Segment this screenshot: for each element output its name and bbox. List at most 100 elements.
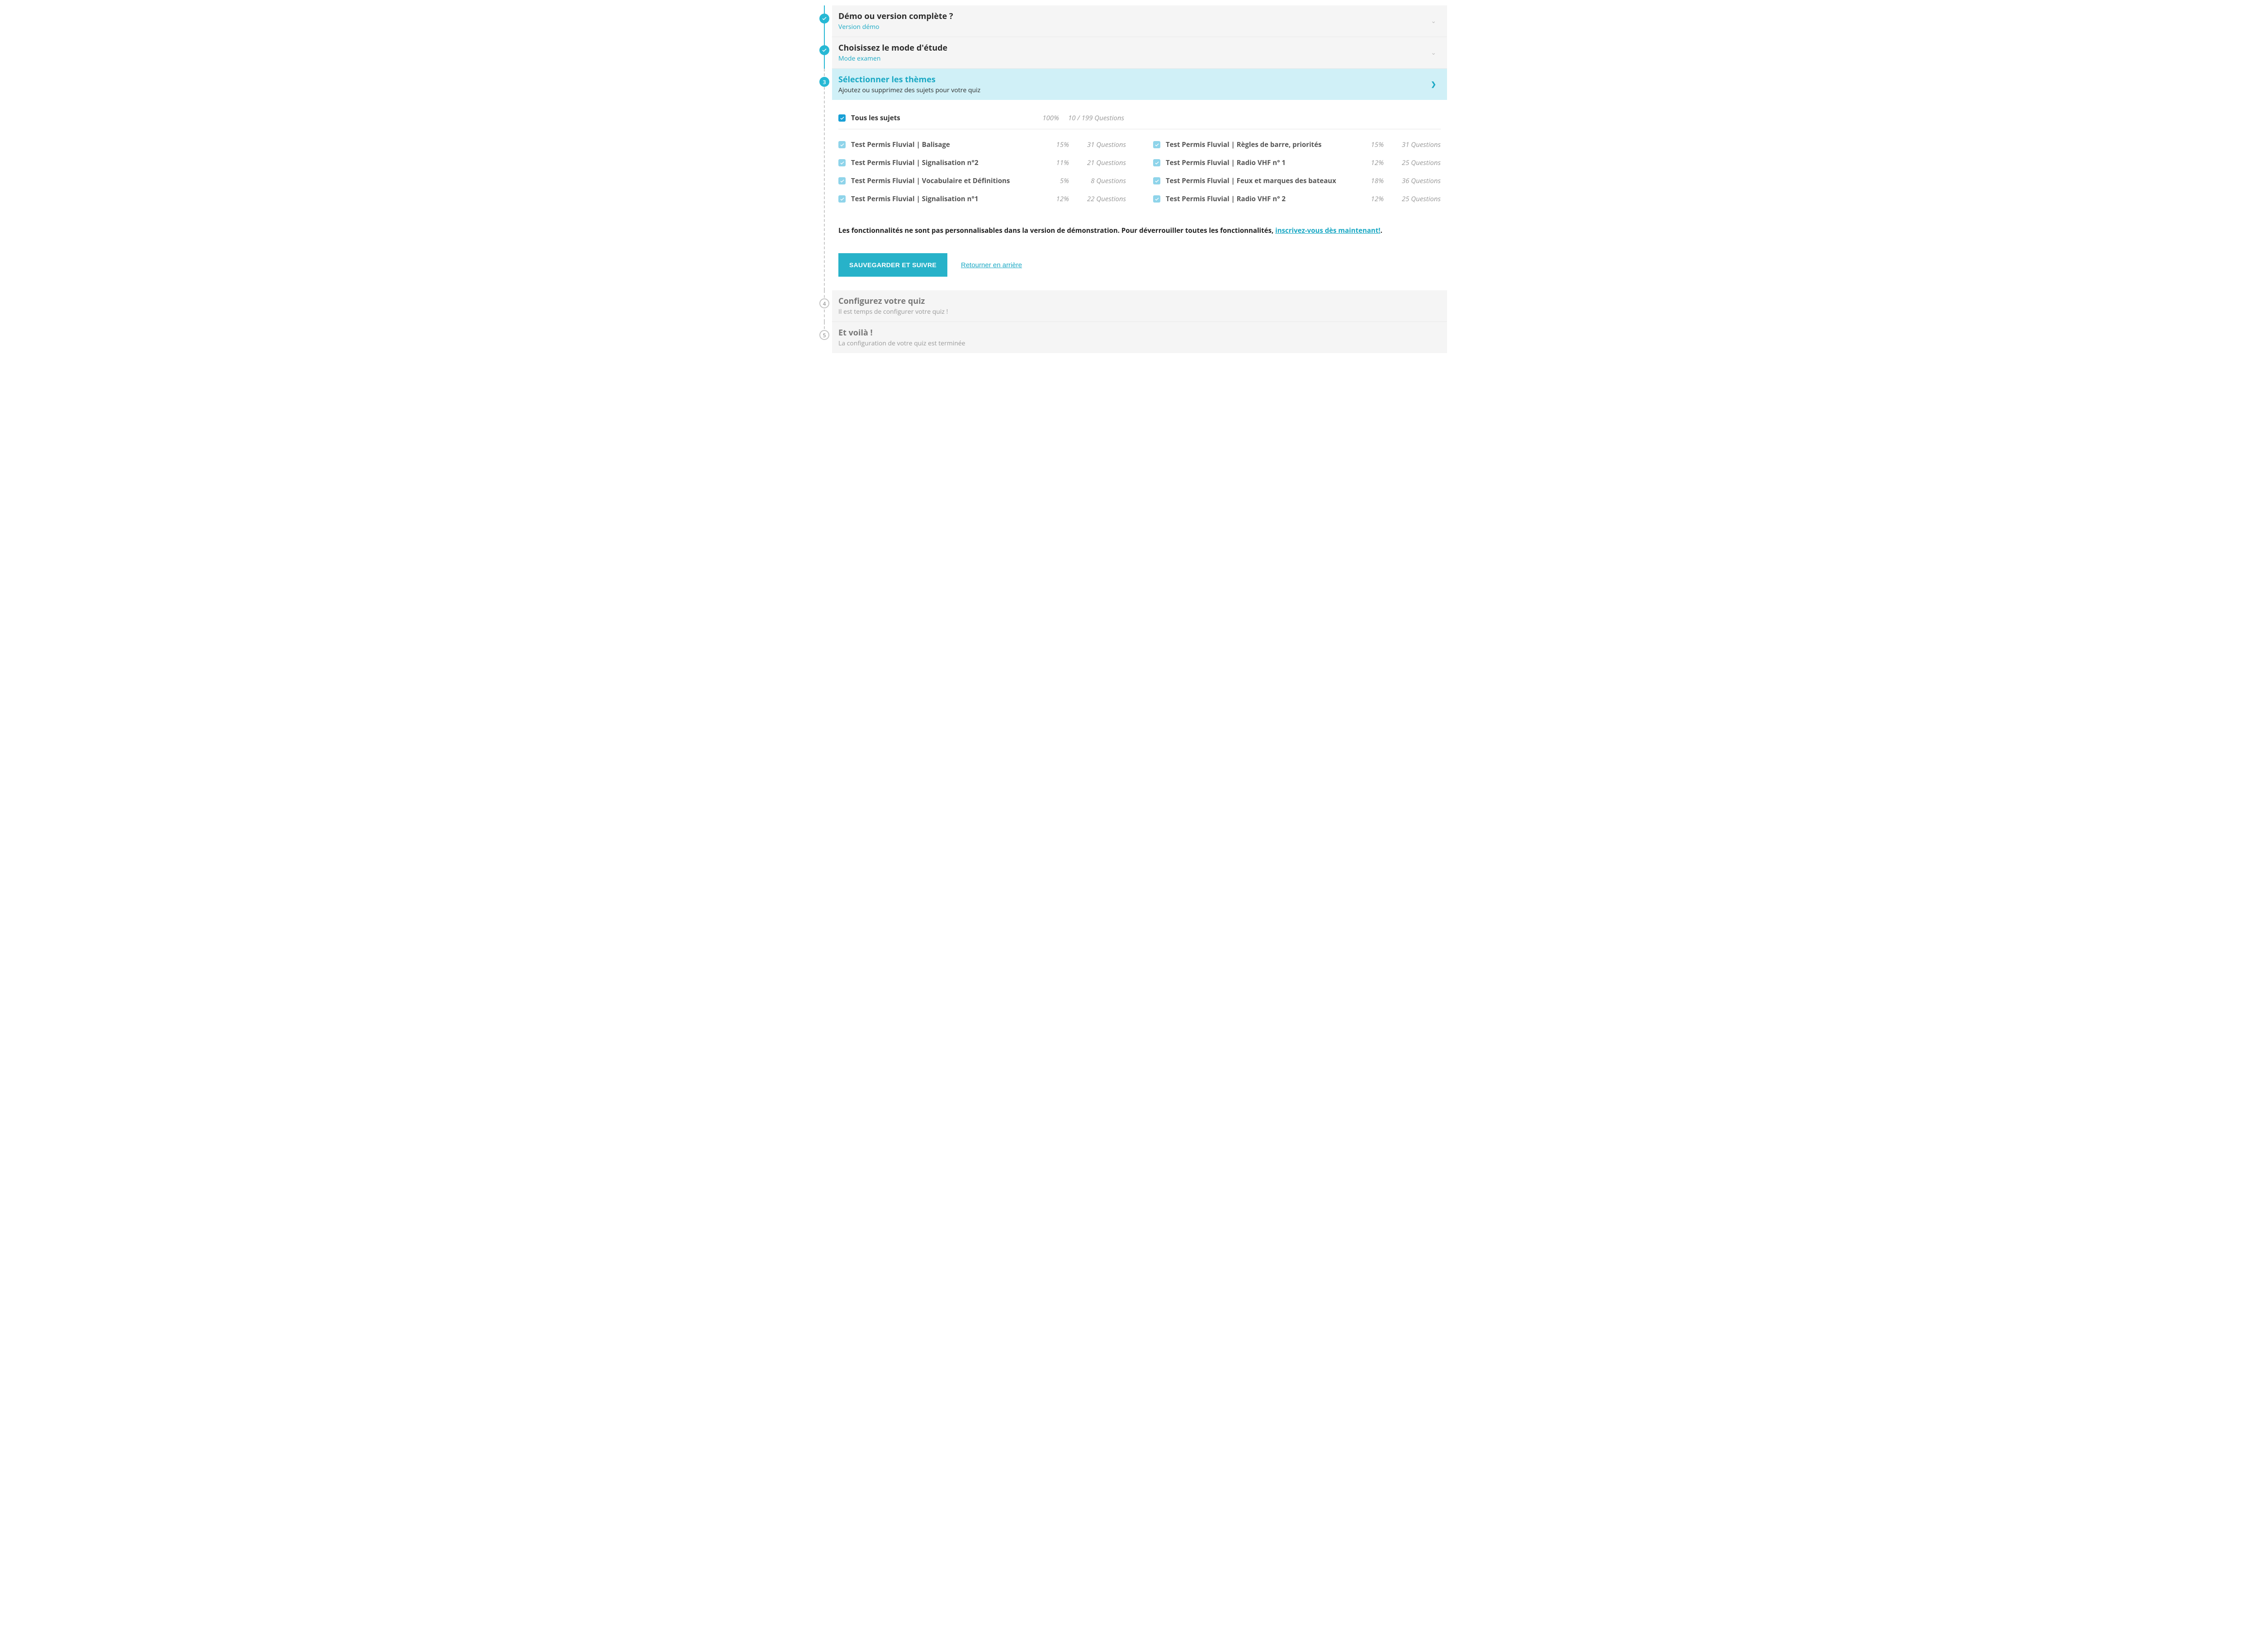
step-number: 4 xyxy=(823,300,826,307)
step-header-1[interactable]: Démo ou version complète ? Version démo … xyxy=(832,5,1447,37)
topic-row: Test Permis Fluvial | Radio VHF n° 212% 2… xyxy=(1153,190,1441,208)
step-title: Et voilà ! xyxy=(838,327,965,338)
check-icon xyxy=(1154,197,1159,202)
topic-qcount: 21 Questions xyxy=(1076,158,1126,167)
step-number: 5 xyxy=(823,331,826,339)
topic-label: Test Permis Fluvial | Balisage xyxy=(851,140,1046,149)
check-icon xyxy=(840,179,845,184)
step-badge-pending: 5 xyxy=(819,330,829,340)
step-badge-done xyxy=(819,45,829,55)
step-header-2[interactable]: Choisissez le mode d'étude Mode examen ⌄ xyxy=(832,37,1447,69)
demo-note-suffix: . xyxy=(1381,226,1382,235)
topic-label: Test Permis Fluvial | Radio VHF n° 2 xyxy=(1166,194,1361,203)
check-icon xyxy=(1154,179,1159,184)
topic-qcount: 25 Questions xyxy=(1391,158,1441,167)
step-4: 4 Configurez votre quiz Il est temps de … xyxy=(814,290,1447,322)
step-1: Démo ou version complète ? Version démo … xyxy=(814,5,1447,37)
topic-row: Test Permis Fluvial | Signalisation n°21… xyxy=(838,154,1126,172)
go-back-link[interactable]: Retourner en arrière xyxy=(961,261,1022,269)
checkbox-topic[interactable] xyxy=(1153,177,1160,184)
check-icon xyxy=(840,116,845,121)
topic-qcount: 25 Questions xyxy=(1391,194,1441,203)
checkbox-topic[interactable] xyxy=(1153,159,1160,166)
step-title: Choisissez le mode d'étude xyxy=(838,42,947,53)
all-subjects-row: Tous les sujets 100% 10 / 199 Questions xyxy=(838,109,1441,129)
topic-label: Test Permis Fluvial | Feux et marques de… xyxy=(1166,176,1361,185)
topics-col-left: Test Permis Fluvial | Balisage15% 31 Ques… xyxy=(838,136,1126,208)
step-subtitle: Version démo xyxy=(838,23,953,31)
topic-row: Test Permis Fluvial | Balisage15% 31 Ques… xyxy=(838,136,1126,154)
step-header-5[interactable]: Et voilà ! La configuration de votre qui… xyxy=(832,322,1447,353)
topic-qcount: 36 Questions xyxy=(1391,176,1441,185)
step-subtitle: Ajoutez ou supprimez des sujets pour vot… xyxy=(838,86,980,94)
step-body-3: Tous les sujets 100% 10 / 199 Questions … xyxy=(832,100,1447,290)
check-icon xyxy=(840,160,845,165)
step-title: Démo ou version complète ? xyxy=(838,11,953,22)
topic-qcount: 8 Questions xyxy=(1076,176,1126,185)
topic-label: Test Permis Fluvial | Règles de barre, p… xyxy=(1166,140,1361,149)
chevron-down-icon: ⌄ xyxy=(1431,48,1436,57)
chevron-down-icon: ⌄ xyxy=(1431,17,1436,25)
check-icon xyxy=(822,47,827,53)
step-subtitle: Mode examen xyxy=(838,54,947,63)
topic-row: Test Permis Fluvial | Vocabulaire et Déf… xyxy=(838,172,1126,190)
topic-pct: 5% xyxy=(1046,176,1069,185)
step-connector xyxy=(824,69,825,290)
step-3: 3 Sélectionner les thèmes Ajoutez ou sup… xyxy=(814,69,1447,290)
step-subtitle: Il est temps de configurer votre quiz ! xyxy=(838,307,948,316)
topic-qcount: 31 Questions xyxy=(1076,140,1126,149)
check-icon xyxy=(822,16,827,21)
topic-label: Test Permis Fluvial | Signalisation n°2 xyxy=(851,158,1046,167)
checkbox-topic[interactable] xyxy=(838,195,846,203)
topic-row: Test Permis Fluvial | Feux et marques de… xyxy=(1153,172,1441,190)
topic-pct: 15% xyxy=(1361,140,1384,149)
topic-pct: 15% xyxy=(1046,140,1069,149)
actions-row: SAUVEGARDER ET SUIVRE Retourner en arriè… xyxy=(838,253,1441,277)
topic-row: Test Permis Fluvial | Radio VHF n° 112% 2… xyxy=(1153,154,1441,172)
step-5: 5 Et voilà ! La configuration de votre q… xyxy=(814,322,1447,353)
topic-row: Test Permis Fluvial | Signalisation n°11… xyxy=(838,190,1126,208)
checkbox-topic[interactable] xyxy=(1153,141,1160,148)
check-icon xyxy=(840,142,845,147)
all-subjects-pct: 100% xyxy=(1032,113,1059,123)
topic-qcount: 22 Questions xyxy=(1076,194,1126,203)
demo-note: Les fonctionnalités ne sont pas personna… xyxy=(838,226,1441,235)
checkbox-topic[interactable] xyxy=(838,159,846,166)
topic-pct: 12% xyxy=(1046,194,1069,203)
check-icon xyxy=(1154,160,1159,165)
chevron-right-icon: ❯ xyxy=(1431,80,1436,89)
topic-pct: 12% xyxy=(1361,158,1384,167)
check-icon xyxy=(840,197,845,202)
step-header-3[interactable]: Sélectionner les thèmes Ajoutez ou suppr… xyxy=(832,69,1447,100)
step-badge-pending: 4 xyxy=(819,298,829,308)
check-icon xyxy=(1154,142,1159,147)
checkbox-topic[interactable] xyxy=(1153,195,1160,203)
topic-pct: 18% xyxy=(1361,176,1384,185)
checkbox-all-subjects[interactable] xyxy=(838,114,846,122)
topics-col-right: Test Permis Fluvial | Règles de barre, p… xyxy=(1153,136,1441,208)
save-and-continue-button[interactable]: SAUVEGARDER ET SUIVRE xyxy=(838,253,947,277)
topic-label: Test Permis Fluvial | Radio VHF n° 1 xyxy=(1166,158,1361,167)
demo-note-prefix: Les fonctionnalités ne sont pas personna… xyxy=(838,226,1275,235)
step-badge-done xyxy=(819,14,829,24)
step-title: Sélectionner les thèmes xyxy=(838,74,980,85)
topic-pct: 12% xyxy=(1361,194,1384,203)
wizard: Démo ou version complète ? Version démo … xyxy=(814,0,1447,359)
step-header-4[interactable]: Configurez votre quiz Il est temps de co… xyxy=(832,290,1447,322)
topic-pct: 11% xyxy=(1046,158,1069,167)
all-subjects-label: Tous les sujets xyxy=(851,113,1032,123)
topics-grid: Test Permis Fluvial | Balisage15%31 Ques… xyxy=(838,136,1441,208)
checkbox-topic[interactable] xyxy=(838,141,846,148)
step-2: Choisissez le mode d'étude Mode examen ⌄ xyxy=(814,37,1447,69)
step-badge-current: 3 xyxy=(819,77,829,87)
step-number: 3 xyxy=(823,78,826,86)
all-subjects-qcount: 10 / 199 Questions xyxy=(1068,113,1140,123)
signup-link[interactable]: inscrivez-vous dès maintenant! xyxy=(1275,226,1380,235)
topic-label: Test Permis Fluvial | Signalisation n°1 xyxy=(851,194,1046,203)
topic-label: Test Permis Fluvial | Vocabulaire et Déf… xyxy=(851,176,1046,185)
topic-row: Test Permis Fluvial | Règles de barre, p… xyxy=(1153,136,1441,154)
step-title: Configurez votre quiz xyxy=(838,296,948,307)
checkbox-topic[interactable] xyxy=(838,177,846,184)
topic-qcount: 31 Questions xyxy=(1391,140,1441,149)
step-subtitle: La configuration de votre quiz est termi… xyxy=(838,339,965,348)
